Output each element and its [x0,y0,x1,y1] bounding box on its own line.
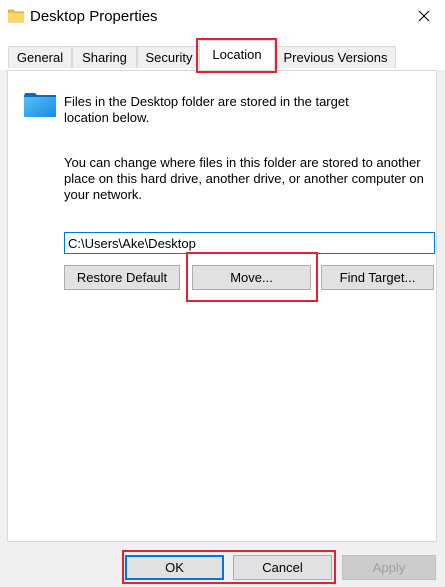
properties-window: Desktop Properties General Sharing Secur… [0,0,445,587]
tab-sharing[interactable]: Sharing [72,46,137,68]
desc-line-1: You can change where files in this folde… [64,155,421,170]
move-button[interactable]: Move... [192,265,311,290]
location-panel [7,70,437,542]
close-button[interactable] [403,0,445,32]
folder-icon [8,9,24,23]
apply-button[interactable]: Apply [342,555,436,580]
title-bar: Desktop Properties [0,0,445,34]
tab-previous-versions[interactable]: Previous Versions [275,46,396,68]
restore-default-button[interactable]: Restore Default [64,265,180,290]
location-description: You can change where files in this folde… [64,155,434,203]
info-line-2: location below. [64,110,150,125]
ok-button[interactable]: OK [125,555,224,580]
window-title: Desktop Properties [30,8,158,25]
desktop-folder-icon [24,93,56,117]
info-line-1: Files in the Desktop folder are stored i… [64,94,349,109]
location-path-input[interactable] [64,232,435,254]
tab-security[interactable]: Security [137,46,201,68]
tab-strip: General Sharing Security Location Previo… [0,34,445,70]
cancel-button[interactable]: Cancel [233,555,332,580]
tab-general[interactable]: General [8,46,72,68]
desc-line-2: place on this hard drive, another drive,… [64,171,424,186]
close-icon [418,10,430,22]
find-target-button[interactable]: Find Target... [321,265,434,290]
location-info-text: Files in the Desktop folder are stored i… [64,94,424,126]
desc-line-3: your network. [64,187,143,202]
tab-location[interactable]: Location [199,40,275,70]
